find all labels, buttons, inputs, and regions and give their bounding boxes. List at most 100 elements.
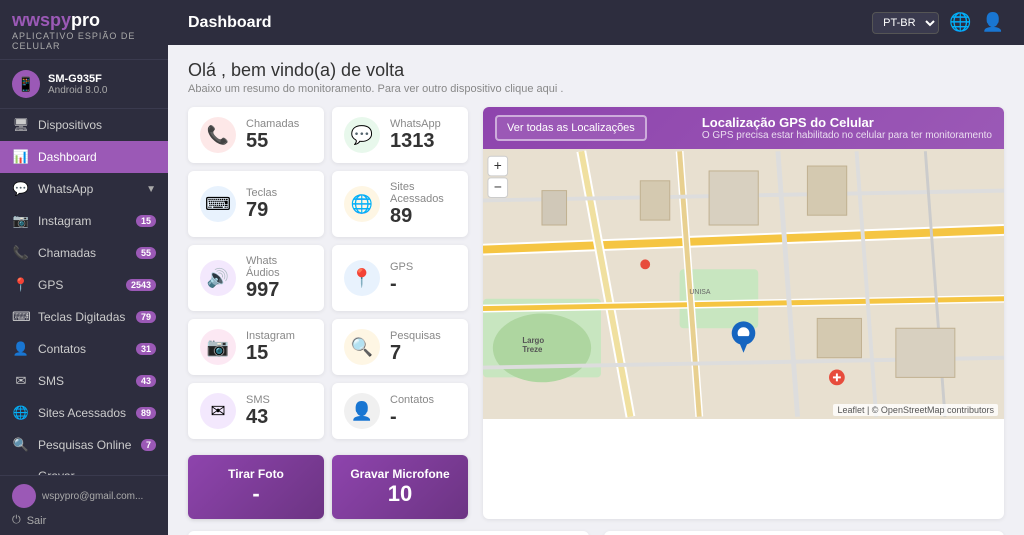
sites-stat-icon: 🌐	[344, 186, 380, 222]
contatos-stat-info: Contatos -	[390, 394, 434, 428]
sidebar-item-instagram[interactable]: 📷 Instagram 15	[0, 205, 168, 237]
logo-pro: pro	[71, 10, 100, 30]
teclas-stat-label: Teclas	[246, 187, 277, 199]
contatos-stat-icon: 👤	[344, 393, 380, 429]
action-card-foto: Tirar Foto -	[188, 455, 324, 519]
stat-card-audios: 🔊 Whats Áudios 997	[188, 245, 324, 311]
audios-stat-value: 997	[246, 279, 312, 301]
sms-stat-value: 43	[246, 406, 270, 428]
sms-stat-info: SMS 43	[246, 394, 270, 428]
sidebar-item-dispositivos[interactable]: 🖥 Dispositivos	[0, 109, 168, 141]
user-avatar	[12, 484, 36, 508]
sidebar-item-chamadas[interactable]: 📞 Chamadas 55	[0, 237, 168, 269]
sidebar-item-sms[interactable]: ✉ SMS 43	[0, 365, 168, 397]
pesquisas-stat-info: Pesquisas 7	[390, 330, 441, 364]
logo-w: w	[12, 10, 26, 30]
main-content: Dashboard PT-BR EN 🌐 👤 Olá , bem vindo(a…	[168, 0, 1024, 535]
instagram-stat-value: 15	[246, 342, 295, 364]
chamadas-stat-value: 55	[246, 130, 299, 152]
pesquisas-stat-label: Pesquisas	[390, 330, 441, 342]
map-container: + − Largo Treze UNISA Leaflet | © OpenSt…	[483, 149, 1004, 419]
sidebar-item-teclas[interactable]: ⌨ Teclas Digitadas 79	[0, 301, 168, 333]
logout-icon: ⏻	[12, 514, 21, 527]
sidebar-item-dashboard[interactable]: 📊 Dashboard	[0, 141, 168, 173]
stat-card-sms: ✉ SMS 43	[188, 383, 324, 439]
stat-card-instagram: 📷 Instagram 15	[188, 319, 324, 375]
logo: wwspypro	[12, 10, 156, 31]
contatos-badge: 31	[136, 343, 156, 355]
device-os: Android 8.0.0	[48, 85, 108, 96]
svg-text:Largo: Largo	[522, 336, 544, 345]
sidebar-label-sms: SMS	[38, 374, 128, 388]
map-svg: + − Largo Treze UNISA	[483, 149, 1004, 419]
microfone-card-label: Gravar Microfone	[344, 467, 456, 481]
stats-grid: 📞 Chamadas 55 💬 WhatsApp 1313	[188, 107, 468, 439]
sidebar-item-pesquisas[interactable]: 🔍 Pesquisas Online 7	[0, 429, 168, 461]
stat-card-pesquisas: 🔍 Pesquisas 7	[332, 319, 468, 375]
contatos-icon: 👤	[12, 341, 30, 357]
logout-label: Sair	[27, 515, 47, 527]
welcome-subtitle: Abaixo um resumo do monitoramento. Para …	[188, 83, 1004, 95]
map-header: Ver todas as Localizações Localização GP…	[483, 107, 1004, 149]
sidebar-label-instagram: Instagram	[38, 214, 128, 228]
logout-button[interactable]: ⏻ Sair	[12, 514, 156, 527]
gps-icon: 📍	[12, 277, 30, 293]
welcome-section: Olá , bem vindo(a) de volta Abaixo um re…	[188, 60, 1004, 95]
sidebar-item-sites[interactable]: 🌐 Sites Acessados 89	[0, 397, 168, 429]
instagram-icon: 📷	[12, 213, 30, 229]
lang-selector[interactable]: PT-BR EN	[872, 12, 939, 34]
contatos-stat-label: Contatos	[390, 394, 434, 406]
page-title: Dashboard	[188, 14, 272, 32]
device-info: SM-G935F Android 8.0.0	[48, 73, 108, 96]
sidebar-item-gps[interactable]: 📍 GPS 2543	[0, 269, 168, 301]
sites-icon: 🌐	[12, 405, 30, 421]
pesquisas-stat-value: 7	[390, 342, 441, 364]
user-account-icon[interactable]: 👤	[982, 12, 1004, 33]
sites-badge: 89	[136, 407, 156, 419]
device-section: 📱 SM-G935F Android 8.0.0	[0, 60, 168, 109]
teclas-stat-icon: ⌨	[200, 186, 236, 222]
sidebar-label-chamadas: Chamadas	[38, 246, 128, 260]
user-email-row: wspypro@gmail.com...	[12, 484, 156, 508]
sites-stat-value: 89	[390, 205, 456, 227]
audios-stat-icon: 🔊	[200, 260, 236, 296]
stat-card-chamadas: 📞 Chamadas 55	[188, 107, 324, 163]
instagram-stat-info: Instagram 15	[246, 330, 295, 364]
sidebar-label-whatsapp: WhatsApp	[38, 182, 138, 196]
sidebar-item-contatos[interactable]: 👤 Contatos 31	[0, 333, 168, 365]
sidebar-item-microfone[interactable]: 🎙 Gravar Microfone 10	[0, 461, 168, 475]
ver-localizacoes-button[interactable]: Ver todas as Localizações	[495, 115, 647, 141]
whatsapp-stat-value: 1313	[390, 130, 441, 152]
svg-text:Treze: Treze	[522, 345, 543, 354]
dispositivos-icon: 🖥	[12, 117, 30, 133]
contatos-stat-value: -	[390, 406, 434, 428]
gps-stat-info: GPS -	[390, 261, 413, 295]
audios-stat-label: Whats Áudios	[246, 255, 312, 279]
globe-icon[interactable]: 🌐	[949, 12, 971, 33]
foto-card-value: -	[200, 481, 312, 507]
sidebar-label-teclas: Teclas Digitadas	[38, 310, 128, 324]
sidebar-label-contatos: Contatos	[38, 342, 128, 356]
sidebar-label-microfone: Gravar Microfone	[38, 469, 128, 475]
teclas-badge: 79	[136, 311, 156, 323]
sidebar-label-gps: GPS	[38, 278, 118, 292]
nav-items: 🖥 Dispositivos 📊 Dashboard 💬 WhatsApp ▼ …	[0, 109, 168, 475]
stat-card-whatsapp: 💬 WhatsApp 1313	[332, 107, 468, 163]
chamadas-icon: 📞	[12, 245, 30, 261]
user-email-text: wspypro@gmail.com...	[42, 491, 143, 502]
instagram-stat-icon: 📷	[200, 329, 236, 365]
pesquisas-badge: 7	[141, 439, 156, 451]
keys-section: Ultimas Teclas Digitadas 5 Ultimas Tecla…	[604, 531, 1005, 535]
map-title: Localização GPS do Celular	[702, 115, 992, 130]
sms-icon: ✉	[12, 373, 30, 389]
sidebar-item-whatsapp[interactable]: 💬 WhatsApp ▼	[0, 173, 168, 205]
whatsapp-stat-icon: 💬	[344, 117, 380, 153]
whatsapp-stat-info: WhatsApp 1313	[390, 118, 441, 152]
welcome-title: Olá , bem vindo(a) de volta	[188, 60, 1004, 81]
topbar-controls: PT-BR EN 🌐 👤	[872, 12, 1004, 34]
svg-text:−: −	[494, 180, 502, 195]
gps-stat-icon: 📍	[344, 260, 380, 296]
map-section: Ver todas as Localizações Localização GP…	[483, 107, 1004, 519]
action-cards: Tirar Foto - Gravar Microfone 10	[188, 455, 468, 519]
sms-stat-label: SMS	[246, 394, 270, 406]
